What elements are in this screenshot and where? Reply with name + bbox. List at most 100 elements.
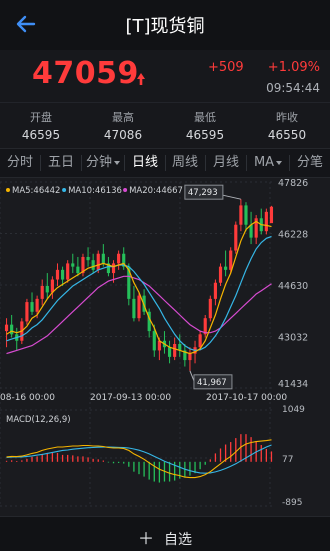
price-axis-tick: 47826 [278, 178, 308, 189]
tab-label: 分笔 [296, 155, 323, 170]
price-change-percent: +1.09% [267, 60, 320, 75]
candle-body [76, 266, 80, 274]
add-to-watchlist-button[interactable]: ＋ 自选 [0, 525, 330, 549]
candle-body [132, 298, 136, 319]
candle-body [4, 324, 9, 332]
macd-axis-tick: -895 [282, 498, 302, 508]
tab-minute[interactable]: 分钟 [82, 149, 124, 177]
candle-body [91, 260, 95, 270]
candle-body [157, 340, 161, 351]
kline-chart[interactable]: 47826 46228 44630 43032 41434 MA5:46442 MA10:4… [0, 176, 330, 516]
candle-body [25, 302, 29, 322]
stat-open: 开盘 46595 [0, 109, 82, 142]
page-title: [T]现货铜 [125, 16, 205, 37]
dropdown-arrow-icon [114, 160, 120, 165]
tab-label: MA [253, 155, 275, 170]
low-marker-line [189, 370, 195, 382]
candle-body [61, 269, 65, 280]
candle-body [10, 324, 14, 335]
bottom-bar: ＋ 自选 [0, 516, 330, 551]
stat-label: 最高 [112, 111, 134, 124]
candle-body [249, 224, 253, 238]
candle-body [234, 224, 238, 251]
candle-body [264, 211, 268, 232]
macd-axis-tick: 77 [282, 455, 293, 465]
stat-prev-close: 昨收 46550 [246, 109, 328, 142]
candle-body [35, 298, 39, 312]
stat-value: 47086 [103, 128, 143, 142]
dropdown-arrow-icon [276, 160, 283, 165]
tab-label: 分钟 [85, 155, 112, 170]
tab-label: 分时 [6, 155, 33, 170]
quote-panel: 47059 +509 +1.09% 09:54:44 [0, 50, 330, 102]
tab-monthly[interactable]: 月线 [206, 149, 246, 177]
candle-body [55, 269, 60, 280]
price-axis-tick: 46228 [278, 230, 308, 241]
tab-five-day[interactable]: 五日 [41, 149, 81, 177]
tab-ma[interactable]: MA [247, 149, 289, 177]
candle-body [111, 263, 116, 274]
legend-label: MA10:46136 [68, 186, 122, 196]
tab-intraday[interactable]: 分时 [0, 149, 40, 177]
quote-time: 09:54:44 [266, 81, 320, 95]
candle-body [40, 285, 44, 299]
stat-value: 46595 [21, 128, 61, 142]
candle-body [117, 253, 121, 264]
stat-label: 最低 [194, 111, 216, 124]
stat-value: 46550 [267, 128, 307, 142]
tab-ticks[interactable]: 分笔 [290, 149, 330, 177]
candle-body [167, 347, 172, 357]
legend-label: MA5:46442 [12, 186, 60, 196]
stat-value: 46595 [185, 128, 225, 142]
candle-body [188, 353, 192, 361]
stats-row: 开盘 46595 最高 47086 最低 46595 昨收 46550 [0, 102, 330, 149]
candle-body [208, 298, 212, 319]
tab-label: 周线 [171, 155, 198, 170]
candle-body [224, 266, 228, 270]
candle-body [96, 253, 100, 270]
high-marker-label: 47,293 [188, 188, 218, 198]
date-axis-tick: 08-16 00:00 [0, 393, 55, 403]
candle-body [152, 331, 156, 351]
candle-body [229, 250, 233, 270]
tab-label: 日线 [131, 155, 158, 170]
price-axis-tick: 43032 [278, 333, 308, 344]
candle-body [244, 205, 248, 225]
candle-body [239, 205, 243, 225]
tab-daily[interactable]: 日线 [125, 149, 165, 177]
legend-dot [62, 188, 67, 192]
up-arrow-icon [137, 73, 145, 85]
candle-body [173, 343, 177, 357]
stat-label: 开盘 [30, 111, 52, 124]
candle-body [269, 206, 274, 224]
legend-label: MA20:44667 [129, 186, 183, 196]
stat-label: 昨收 [276, 111, 298, 124]
candle-body [30, 302, 34, 312]
tab-weekly[interactable]: 周线 [166, 149, 204, 177]
last-price: 47059 [32, 56, 139, 91]
low-marker-label: 41,967 [197, 378, 227, 388]
stat-low: 最低 46595 [164, 109, 246, 142]
date-axis-tick: 2017-09-13 00:00 [90, 393, 171, 403]
price-axis-tick: 41434 [278, 379, 308, 390]
add-label: 自选 [164, 532, 192, 548]
macd-axis-tick: 1049 [282, 405, 305, 415]
price-axis-tick: 44630 [278, 281, 308, 292]
top-bar: [T]现货铜 [0, 0, 330, 51]
macd-label: MACD(12,26,9) [6, 415, 71, 425]
candle-body [218, 266, 223, 283]
plus-icon: ＋ [137, 529, 154, 548]
tab-label: 五日 [47, 155, 74, 170]
legend-dot [123, 188, 128, 192]
candle-body [86, 256, 90, 261]
date-axis-tick: 2017-10-17 00:00 [206, 393, 287, 403]
candle-body [213, 282, 217, 299]
candle-body [66, 263, 70, 280]
candle-body [71, 263, 75, 267]
price-change: +509 [208, 60, 244, 75]
tab-label: 月线 [212, 155, 239, 170]
candle-body [198, 334, 202, 348]
period-tabs: 分时 五日 分钟 日线 周线 月线 MA 分笔 [0, 148, 330, 178]
candle-body [101, 253, 105, 264]
candle-body [50, 279, 54, 293]
